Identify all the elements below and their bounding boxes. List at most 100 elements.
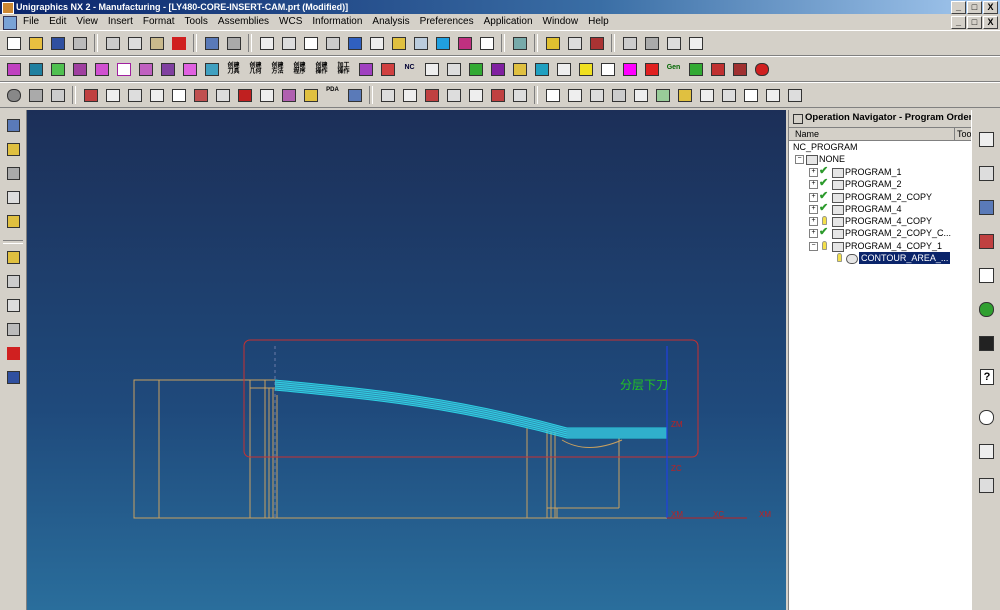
copy-side-icon[interactable]	[4, 296, 22, 314]
datum-plane-icon[interactable]	[565, 86, 584, 104]
doc-minimize-button[interactable]: _	[951, 16, 966, 29]
menu-edit[interactable]: Edit	[44, 15, 71, 29]
grid-icon[interactable]	[686, 34, 705, 52]
minimize-button[interactable]: _	[951, 1, 966, 14]
blank-icon[interactable]	[532, 60, 551, 78]
training-tab-icon[interactable]	[976, 332, 996, 354]
expand-icon[interactable]: +	[809, 193, 818, 202]
bridge-icon[interactable]	[763, 86, 782, 104]
shaded-view-icon[interactable]	[389, 34, 408, 52]
column-name[interactable]: Name	[795, 128, 819, 140]
pin-icon[interactable]	[793, 114, 803, 124]
measure-icon[interactable]	[345, 86, 364, 104]
verify-path-icon[interactable]	[444, 60, 463, 78]
menu-assemblies[interactable]: Assemblies	[213, 15, 274, 29]
tree-row-program-2-copy[interactable]: + ✔ PROGRAM_2_COPY	[809, 191, 969, 203]
paste-icon[interactable]	[147, 34, 166, 52]
undo-icon[interactable]	[202, 34, 221, 52]
menu-application[interactable]: Application	[479, 15, 538, 29]
point-constructor-icon[interactable]	[664, 34, 683, 52]
pocket-icon[interactable]	[147, 86, 166, 104]
mill-area-icon[interactable]	[70, 60, 89, 78]
collapse-icon[interactable]: −	[795, 155, 804, 164]
graphics-window[interactable]: 分层下刀 ZM ZC XM XC XM	[27, 110, 786, 610]
plane-icon[interactable]	[554, 60, 573, 78]
paste-side-icon[interactable]	[4, 320, 22, 338]
ruled-icon[interactable]	[675, 86, 694, 104]
column-tool[interactable]: Tool	[954, 128, 972, 140]
tube-icon[interactable]	[444, 86, 463, 104]
doc-restore-button[interactable]: □	[967, 16, 982, 29]
create-program-icon[interactable]: 创建程序	[290, 60, 309, 78]
create-program-side-icon[interactable]	[4, 140, 22, 158]
nc-output-icon[interactable]: NC	[400, 60, 419, 78]
gouge-check-icon[interactable]	[466, 60, 485, 78]
create-operation-side-icon[interactable]	[4, 116, 22, 134]
expand-icon[interactable]: +	[809, 205, 818, 214]
mill-part-icon[interactable]	[48, 60, 67, 78]
expand-icon[interactable]: +	[809, 180, 818, 189]
cube-red-icon[interactable]	[708, 60, 727, 78]
yellow-block-icon[interactable]	[576, 60, 595, 78]
magnify-icon[interactable]	[323, 34, 342, 52]
boss-icon[interactable]	[125, 86, 144, 104]
expand-icon[interactable]: +	[809, 229, 818, 238]
line-icon[interactable]	[598, 60, 617, 78]
block-icon[interactable]	[81, 86, 100, 104]
mcs-icon[interactable]	[158, 60, 177, 78]
zoom-window-icon[interactable]	[279, 34, 298, 52]
fillet-icon[interactable]	[785, 86, 804, 104]
gen-icon[interactable]: Gen	[664, 60, 683, 78]
render-style-icon[interactable]	[433, 34, 452, 52]
menu-view[interactable]: View	[71, 15, 103, 29]
generate-path-icon[interactable]	[356, 60, 375, 78]
draft-icon[interactable]	[235, 86, 254, 104]
machine-tool-tab-icon[interactable]	[976, 230, 996, 252]
pattern-icon[interactable]	[510, 86, 529, 104]
output-icon[interactable]	[686, 60, 705, 78]
web-browser-tab-icon[interactable]	[976, 298, 996, 320]
color-palette-icon[interactable]	[455, 34, 474, 52]
tree-row-program-4[interactable]: + ✔ PROGRAM_4	[809, 203, 969, 215]
expand-icon[interactable]: +	[809, 217, 818, 226]
create-geometry-side-icon[interactable]	[4, 188, 22, 206]
tree-row-program-2-copy-c[interactable]: + ✔ PROGRAM_2_COPY_C...	[809, 227, 969, 239]
trim-icon[interactable]	[257, 86, 276, 104]
print-icon[interactable]	[70, 34, 89, 52]
tool-axis-icon[interactable]	[180, 60, 199, 78]
chamfer-icon[interactable]	[213, 86, 232, 104]
part-navigator-tab-icon[interactable]	[976, 162, 996, 184]
cylinder-icon[interactable]	[26, 86, 45, 104]
solid-icon[interactable]	[609, 86, 628, 104]
tree-row-program-4-copy[interactable]: + PROGRAM_4_COPY	[809, 215, 969, 227]
repeat-icon[interactable]	[224, 34, 243, 52]
sweep-icon[interactable]	[422, 86, 441, 104]
selection-filter-icon[interactable]	[620, 34, 639, 52]
pda-icon[interactable]: PDA	[323, 86, 342, 104]
menu-information[interactable]: Information	[307, 15, 367, 29]
create-method-icon[interactable]: 创建方法	[268, 60, 287, 78]
sketch-icon[interactable]	[543, 86, 562, 104]
menu-insert[interactable]: Insert	[103, 15, 138, 29]
rename-side-icon[interactable]	[4, 368, 22, 386]
menu-file[interactable]: File	[18, 15, 44, 29]
extension-icon[interactable]	[719, 86, 738, 104]
system-materials-icon[interactable]	[976, 440, 996, 462]
delete-icon[interactable]	[169, 34, 188, 52]
through-curves-icon[interactable]	[653, 86, 672, 104]
machining-operation-icon[interactable]: 加工操作	[334, 60, 353, 78]
red-square-icon[interactable]	[642, 60, 661, 78]
doc-close-button[interactable]: X	[983, 16, 998, 29]
cut-icon[interactable]	[103, 34, 122, 52]
curve-icon[interactable]	[114, 60, 133, 78]
rotate-icon[interactable]	[345, 34, 364, 52]
close-button[interactable]: X	[983, 1, 998, 14]
door-icon[interactable]	[587, 34, 606, 52]
highlight-icon[interactable]	[510, 60, 529, 78]
document-icon[interactable]	[3, 16, 17, 30]
cube-blue-icon[interactable]	[730, 60, 749, 78]
scale-icon[interactable]	[488, 86, 507, 104]
create-tool-icon[interactable]: 创建刀具	[224, 60, 243, 78]
menu-tools[interactable]: Tools	[180, 15, 213, 29]
fit-view-icon[interactable]	[257, 34, 276, 52]
